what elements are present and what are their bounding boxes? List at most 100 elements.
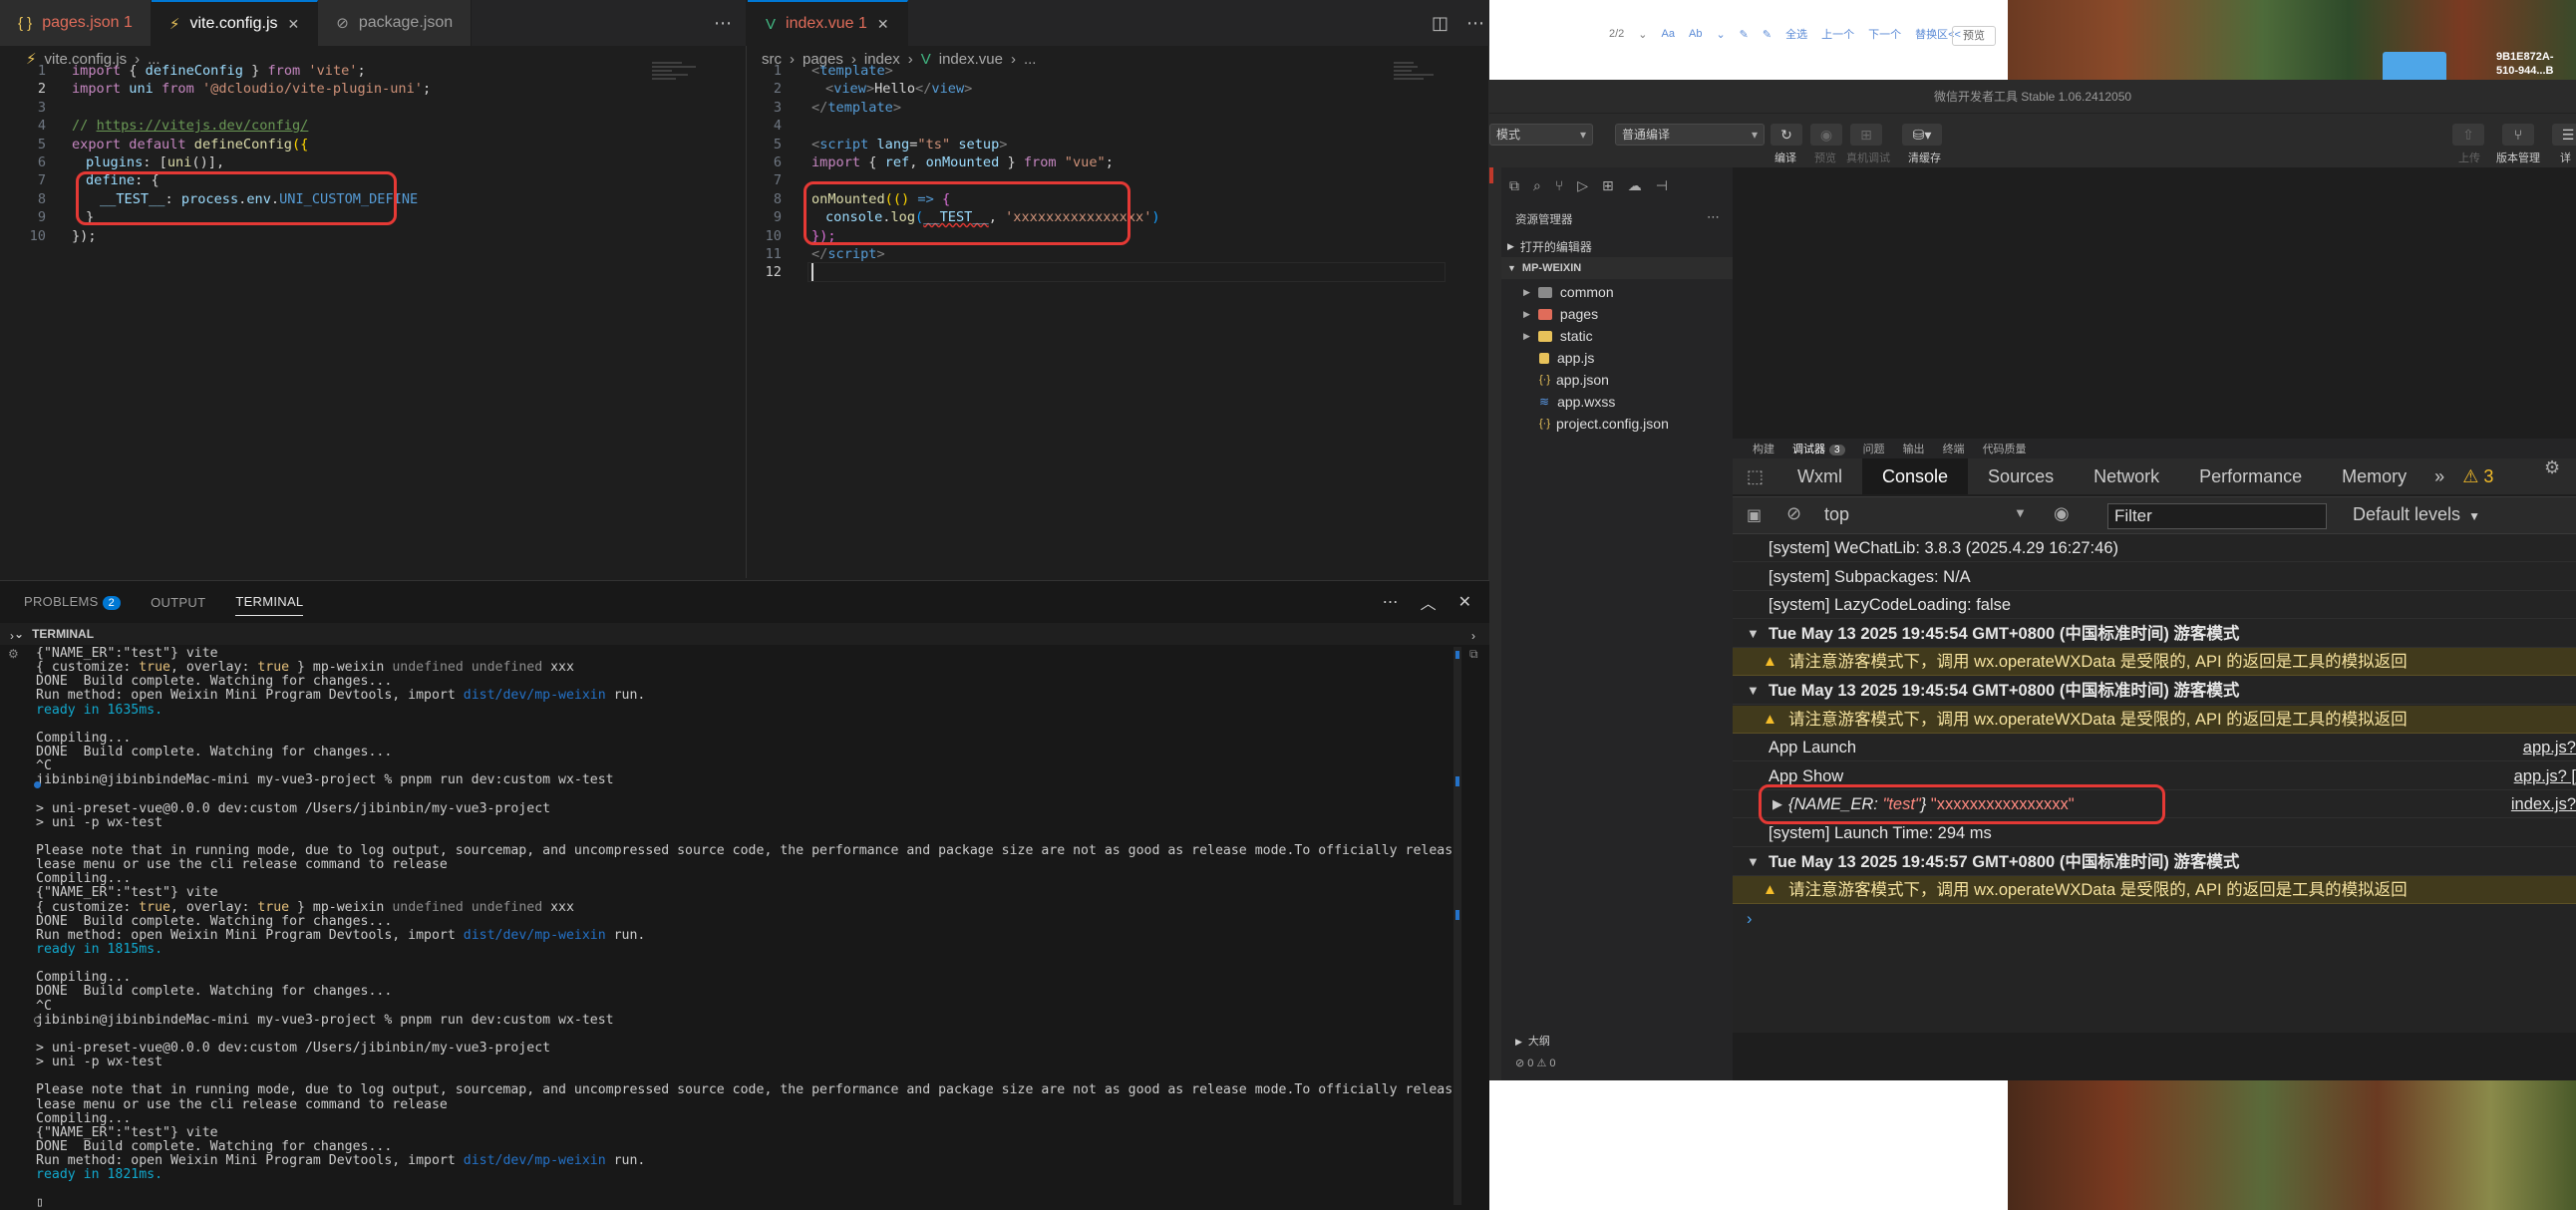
- more-actions-icon[interactable]: ⋯: [1707, 209, 1720, 225]
- tree-item-app-wxss[interactable]: ≋ app.wxss: [1501, 391, 1733, 413]
- tree-item-app-json[interactable]: {·} app.json: [1501, 369, 1733, 391]
- tab-network[interactable]: Network: [2074, 458, 2179, 494]
- chevron-down-icon[interactable]: ⌄: [1716, 28, 1725, 41]
- upload-icon[interactable]: ⇧: [2452, 124, 2484, 146]
- terminal-scrollbar[interactable]: [1453, 647, 1461, 1205]
- tab-vite-config[interactable]: ⚡ vite.config.js ✕: [151, 0, 319, 46]
- tab-console[interactable]: Console: [1862, 458, 1969, 494]
- remote-debug-icon[interactable]: ⊞: [1850, 124, 1882, 146]
- upload-label[interactable]: 上传: [2458, 150, 2480, 165]
- desktop-file-label[interactable]: 9B1E872A- 510-944...B: [2496, 50, 2553, 78]
- project-header[interactable]: ▼ MP-WEIXIN: [1501, 257, 1733, 279]
- tab-pages-json[interactable]: { } pages.json 1: [0, 0, 152, 46]
- preview-button[interactable]: 预览: [1952, 26, 1996, 46]
- close-icon[interactable]: ✕: [288, 16, 300, 33]
- outline-header[interactable]: ▶ 大纲: [1515, 1033, 1550, 1049]
- case-toggle[interactable]: Aa: [1662, 28, 1675, 40]
- warning-count[interactable]: ⚠ 3: [2452, 458, 2503, 494]
- clear-cache-label[interactable]: 清缓存: [1908, 150, 1941, 165]
- edit-icon[interactable]: ✎: [1763, 28, 1771, 41]
- compile-label[interactable]: 编译: [1774, 150, 1796, 165]
- folder-icon[interactable]: [2383, 52, 2446, 80]
- chevron-right-icon[interactable]: ›: [1471, 629, 1475, 643]
- minimap[interactable]: [652, 62, 712, 102]
- tree-item-pages[interactable]: ▶ pages: [1501, 303, 1733, 325]
- console-group[interactable]: ▼ Tue May 13 2025 19:45:54 GMT+0800 (中国标准…: [1733, 677, 2576, 705]
- chevron-down-icon[interactable]: ▼: [1747, 620, 1760, 648]
- clear-cache-icon[interactable]: ⛁▾: [1902, 124, 1942, 146]
- version-control-icon[interactable]: ⑂: [2502, 124, 2534, 146]
- tab-memory[interactable]: Memory: [2322, 458, 2426, 494]
- clear-console-icon[interactable]: ⊘: [1786, 503, 1801, 524]
- source-link[interactable]: app.js?: [2523, 734, 2576, 761]
- minimap[interactable]: [1394, 62, 1453, 102]
- tab-code-quality[interactable]: 代码质量: [1983, 441, 2027, 456]
- debug-icon[interactable]: ▷: [1577, 177, 1588, 194]
- tab-wxml[interactable]: Wxml: [1777, 458, 1862, 494]
- tree-item-app-js[interactable]: app.js: [1501, 347, 1733, 369]
- compile-icon[interactable]: ↻: [1771, 124, 1802, 146]
- context-select[interactable]: top: [1824, 504, 1849, 525]
- tab-build[interactable]: 构建: [1753, 441, 1774, 456]
- problem-status[interactable]: ⊘ 0 ⚠ 0: [1515, 1057, 1555, 1069]
- details-label[interactable]: 详: [2560, 150, 2571, 165]
- tab-package-json[interactable]: ⊘ package.json: [318, 0, 473, 46]
- open-editors-header[interactable]: ▶ 打开的编辑器: [1501, 235, 1733, 257]
- settings-gear-icon[interactable]: ⚙: [2544, 457, 2560, 478]
- split-icon[interactable]: ⊣: [1656, 177, 1668, 194]
- tab-performance[interactable]: Performance: [2179, 458, 2322, 494]
- terminal-output[interactable]: {"NAME_ER":"test"} vite{ customize: true…: [36, 647, 1451, 1210]
- chevron-down-icon[interactable]: ⌄: [1638, 28, 1647, 41]
- close-icon[interactable]: ✕: [877, 16, 889, 33]
- console-group[interactable]: ▼ Tue May 13 2025 19:45:54 GMT+0800 (中国标准…: [1733, 620, 2576, 648]
- tab-debugger[interactable]: 调试器 3: [1792, 441, 1845, 456]
- console-group[interactable]: ▼ Tue May 13 2025 19:45:57 GMT+0800 (中国标准…: [1733, 848, 2576, 876]
- more-tabs-icon[interactable]: »: [2426, 458, 2452, 494]
- more-actions-icon[interactable]: ⋯: [714, 13, 732, 34]
- tree-item-project-config[interactable]: {·} project.config.json: [1501, 413, 1733, 435]
- tab-terminal[interactable]: 终端: [1943, 441, 1965, 456]
- preview-icon[interactable]: ◉: [1810, 124, 1842, 146]
- word-toggle[interactable]: Ab: [1689, 28, 1702, 40]
- version-control-label[interactable]: 版本管理: [2496, 150, 2540, 165]
- tab-issues[interactable]: 问题: [1863, 441, 1885, 456]
- tree-item-common[interactable]: ▶ common: [1501, 281, 1733, 303]
- files-icon[interactable]: ⧉: [1509, 177, 1519, 194]
- split-editor-icon[interactable]: ◫: [1432, 13, 1449, 34]
- maximize-panel-icon[interactable]: ︿: [1421, 590, 1437, 614]
- right-code-editor[interactable]: 1 2 3 4 5 6 7 8 9 10 11 12 <template> <v…: [748, 62, 1489, 291]
- tree-item-static[interactable]: ▶ static: [1501, 325, 1733, 347]
- extensions-icon[interactable]: ⊞: [1602, 177, 1614, 194]
- filter-input[interactable]: Filter: [2107, 503, 2327, 529]
- debug-icon[interactable]: ⚙: [8, 647, 19, 661]
- console-output[interactable]: [system] WeChatLib: 3.8.3 (2025.4.29 16:…: [1733, 534, 2576, 1033]
- left-code-editor[interactable]: 1 2 3 4 5 6 7 8 9 10 import { defineConf…: [0, 62, 746, 261]
- console-message[interactable]: ›: [1733, 905, 2576, 933]
- tab-output[interactable]: 输出: [1903, 441, 1925, 456]
- source-link[interactable]: index.js?: [2511, 790, 2576, 818]
- tab-sources[interactable]: Sources: [1968, 458, 2074, 494]
- more-actions-icon[interactable]: ⋯: [1383, 592, 1399, 612]
- chevron-down-icon[interactable]: ▼: [1747, 848, 1760, 876]
- eye-icon[interactable]: ◉: [2054, 503, 2070, 524]
- tab-output[interactable]: OUTPUT: [151, 595, 205, 610]
- next-button[interactable]: 下一个: [1868, 26, 1901, 42]
- chevron-down-icon[interactable]: ▼: [2014, 505, 2027, 520]
- cloud-icon[interactable]: ☁: [1628, 177, 1642, 194]
- remote-debug-label[interactable]: 真机调试: [1846, 150, 1890, 165]
- select-all-button[interactable]: 全选: [1785, 26, 1807, 42]
- source-control-icon[interactable]: ⑂: [1555, 177, 1563, 194]
- chevron-down-icon[interactable]: ▼: [1747, 677, 1760, 705]
- source-link[interactable]: app.js? [: [2514, 762, 2576, 790]
- inspect-element-icon[interactable]: ⬚: [1733, 466, 1777, 487]
- chevron-right-icon[interactable]: ›: [10, 629, 14, 643]
- preview-label[interactable]: 预览: [1814, 150, 1836, 165]
- mode-select[interactable]: 模式: [1489, 124, 1593, 146]
- log-levels-select[interactable]: Default levels ▼: [2353, 504, 2480, 525]
- tab-terminal[interactable]: TERMINAL: [235, 594, 304, 616]
- tab-problems[interactable]: PROBLEMS 2: [24, 594, 122, 610]
- close-panel-icon[interactable]: ✕: [1458, 592, 1471, 612]
- tab-index-vue[interactable]: V index.vue 1 ✕: [748, 0, 908, 46]
- more-actions-icon[interactable]: ⋯: [1466, 13, 1484, 34]
- search-icon[interactable]: ⌕: [1533, 177, 1541, 194]
